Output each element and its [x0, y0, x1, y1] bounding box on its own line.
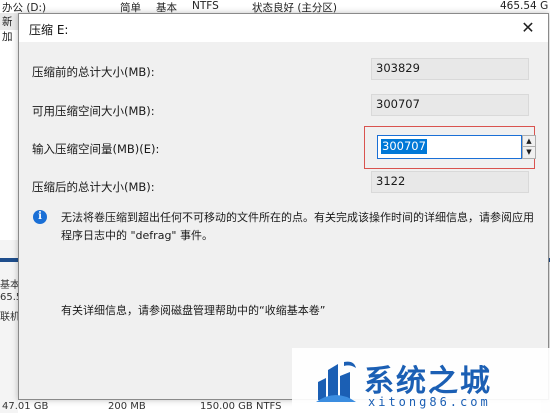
shrink-amount-input[interactable]: 300707	[377, 135, 522, 159]
disk-info-panel: 基本 65.5 联机	[0, 240, 22, 413]
total-after-value: 3122	[371, 171, 529, 193]
watermark-url: xitong86.com	[368, 395, 491, 409]
disk-status: 联机	[0, 312, 20, 323]
total-after-label: 压缩后的总计大小(MB):	[32, 180, 155, 194]
total-before-label: 压缩前的总计大小(MB):	[32, 65, 155, 79]
shrink-amount-highlight: 300707 ▲ ▼	[364, 126, 536, 169]
available-value: 300707	[371, 94, 529, 116]
city-logo-icon	[316, 361, 356, 402]
info-icon: i	[33, 210, 47, 224]
stepper-down-icon[interactable]: ▼	[523, 147, 535, 158]
shrink-dialog: 压缩 E: ✕ 压缩前的总计大小(MB): 303829 可用压缩空间大小(MB…	[18, 13, 549, 400]
close-icon[interactable]: ✕	[518, 18, 538, 38]
partition-size-2: 200 MB	[108, 401, 146, 412]
disk-type: 基本	[0, 280, 20, 291]
shrink-amount-value: 300707	[381, 139, 427, 154]
shrink-amount-label: 输入压缩空间量(MB)(E):	[32, 142, 160, 156]
watermark-title: 系统之城	[364, 364, 492, 399]
dialog-title: 压缩 E:	[29, 23, 69, 37]
partition-size-3: 150.00 GB NTFS	[200, 401, 282, 412]
total-before-value: 303829	[371, 58, 529, 80]
info-message: 无法将卷压缩到超出任何不可移动的文件所在的点。有关完成该操作时间的详细信息，请参…	[61, 211, 534, 242]
disk-bar	[0, 258, 18, 262]
selected-volume-row[interactable]: 新加	[0, 13, 18, 43]
volume-row-d[interactable]: 办公 (D:) 简单 基本 NTFS 状态良好 (主分区) 465.54 G	[0, 0, 550, 14]
dialog-titlebar[interactable]: 压缩 E: ✕	[19, 14, 548, 42]
help-message: 有关详细信息，请参阅磁盘管理帮助中的“收缩基本卷”	[61, 304, 326, 317]
shrink-amount-stepper[interactable]: ▲ ▼	[522, 135, 536, 159]
available-label: 可用压缩空间大小(MB):	[32, 104, 155, 118]
partition-size-1: 47.01 GB	[2, 401, 49, 412]
volume-name-partial: 新加	[2, 16, 13, 43]
volume-fs: NTFS	[192, 0, 219, 12]
stepper-up-icon[interactable]: ▲	[523, 136, 535, 147]
volume-capacity: 465.54 G	[500, 0, 549, 12]
site-watermark: 系统之城 xitong86.com	[292, 348, 550, 413]
